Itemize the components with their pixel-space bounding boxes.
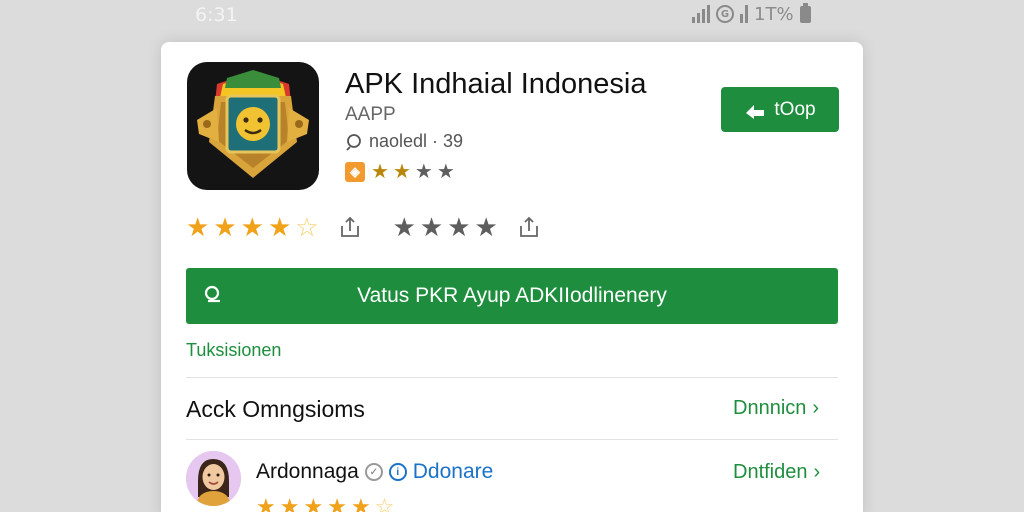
share-icon[interactable] (339, 216, 361, 238)
star-icon: ★ (371, 161, 389, 183)
status-time: 6:31 (195, 4, 238, 26)
rating-stars-gold: ★ ★ ★ ★ ☆ (186, 214, 319, 240)
app-card: APK Indhaial Indonesia AAPP naoledl · 39… (161, 42, 863, 512)
star-icon: ★ (240, 212, 264, 242)
battery-icon (799, 2, 811, 23)
star-icon: ★ (186, 212, 210, 242)
main-action-button[interactable]: Vatus PKR Ayup ADKIIodlinenery (186, 268, 838, 324)
install-button-label: tOop (774, 98, 816, 120)
star-icon: ★ (419, 212, 444, 242)
star-icon: ★ (256, 494, 276, 512)
install-button[interactable]: tOop (721, 87, 839, 132)
star-icon: ★ (474, 212, 498, 242)
review-badge-label: Ddonare (412, 460, 494, 483)
app-stars: ★ ★ ★ ★ (371, 162, 455, 182)
star-icon: ★ (392, 212, 416, 242)
options-row-title: Acck Omngsioms (186, 396, 365, 422)
divider (186, 439, 838, 440)
app-subtitle: AAPP (345, 104, 396, 125)
star-icon: ★ (436, 161, 455, 183)
review-stars: ★ ★ ★ ★ ★ ☆ (256, 496, 394, 512)
app-title: APK Indhaial Indonesia (345, 68, 647, 100)
status-bar: 6:31 G 1T% (0, 0, 1024, 30)
rating-stars-grey: ★ ★ ★ ★ (393, 214, 498, 240)
battery-percent: 1T% (754, 3, 794, 25)
review-star-group: ★ ★ ★ ★ ★ ☆ (256, 496, 394, 512)
app-logo-graphic (197, 70, 309, 178)
star-icon: ★ (267, 212, 292, 242)
star-outline-icon: ☆ (374, 494, 395, 512)
g-circle-icon: G (716, 5, 734, 23)
app-badge-icon: ◈ (345, 162, 365, 182)
signal-icon (692, 5, 710, 23)
download-arrow-icon (746, 104, 765, 119)
star-icon: ★ (447, 212, 471, 242)
star-half-icon: ☆ (295, 212, 319, 242)
review-link[interactable]: Dntfiden › (733, 461, 820, 484)
star-icon: ★ (350, 494, 371, 512)
rating-row: ★ ★ ★ ★ ☆ ★ ★ ★ ★ (186, 214, 540, 240)
avatar[interactable] (186, 451, 241, 506)
options-row-link[interactable]: Dnnnicn › (733, 397, 819, 420)
search-outline-icon (346, 133, 361, 151)
star-icon: ★ (327, 494, 347, 512)
star-icon: ★ (279, 494, 300, 512)
star-icon: ★ (414, 161, 433, 183)
chevron-right-icon: › (813, 461, 821, 483)
review-author: Ardonnaga ✓ i Ddonare (256, 460, 493, 484)
status-icons: G 1T% (692, 2, 811, 25)
star-icon: ★ (303, 494, 324, 512)
signal-icon (740, 5, 748, 23)
chevron-right-icon: › (812, 397, 820, 419)
divider (186, 377, 838, 378)
app-rating-row: ◈ ★ ★ ★ ★ (345, 162, 455, 182)
info-icon: i (388, 463, 407, 481)
app-meta-text: naoledl · 39 (369, 131, 464, 151)
star-icon: ★ (392, 161, 411, 183)
section-label[interactable]: Tuksisionen (186, 340, 281, 361)
main-action-label: Vatus PKR Ayup ADKIIodlinenery (357, 284, 667, 307)
review-author-name: Ardonnaga (256, 460, 359, 483)
review-link-label: Dntfiden (733, 461, 808, 483)
app-icon[interactable] (187, 62, 319, 190)
avatar-image (186, 451, 241, 506)
share-icon[interactable] (518, 216, 540, 238)
star-icon: ★ (213, 212, 237, 242)
app-meta: naoledl · 39 (345, 131, 463, 152)
verified-icon: ✓ (364, 463, 383, 481)
options-row-link-label: Dnnnicn (733, 397, 807, 419)
